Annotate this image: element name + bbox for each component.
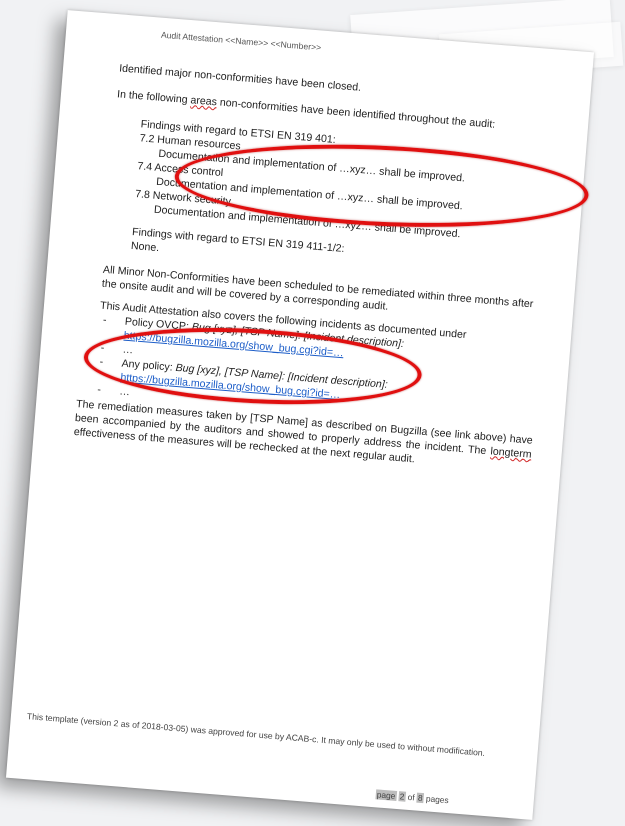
document-page: Audit Attestation <<Name>> <<Number>> Id… [5, 10, 595, 820]
page-label: page [375, 789, 397, 801]
current-page: 2 [398, 791, 406, 802]
page-header: Audit Attestation <<Name>> <<Number>> [160, 29, 322, 53]
total-pages: 8 [416, 792, 425, 804]
areas-intro-pre: In the following [116, 88, 191, 107]
pages-label: pages [425, 793, 450, 806]
page-number: page 2 of 8 pages [375, 789, 449, 806]
findings-411-value: None. [130, 239, 160, 255]
findings-411-title: Findings with regard to ETSI EN 319 411-… [131, 225, 345, 256]
remediation-longterm: longterm [490, 445, 533, 461]
areas-word: areas [190, 94, 218, 109]
list-bullet: - [96, 383, 102, 396]
list-bullet: - [102, 313, 107, 327]
of-label: of [407, 791, 416, 803]
template-footer: This template (version 2 as of 2018-03-0… [26, 711, 486, 758]
